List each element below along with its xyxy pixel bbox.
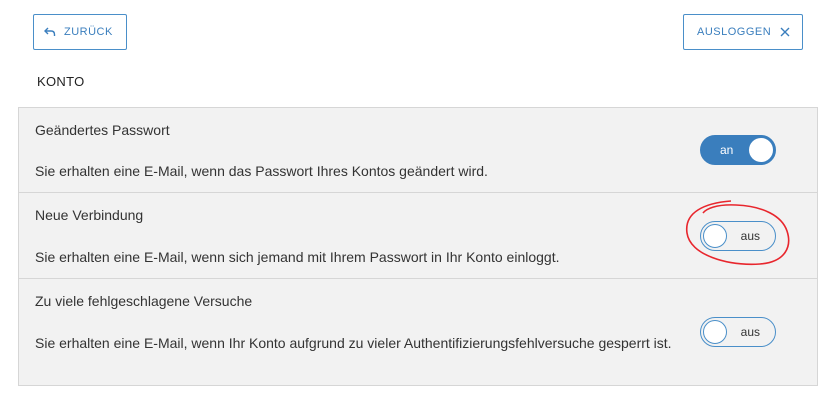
toggle-state-label: aus [740,229,760,243]
section-title: KONTO [37,74,85,89]
toggle-password-changed[interactable]: an [700,135,776,165]
setting-title: Geändertes Passwort [35,122,170,138]
back-button-label: ZURÜCK [64,26,113,38]
undo-arrow-icon [44,27,56,37]
setting-row-password-changed: Geändertes Passwort Sie erhalten eine E-… [19,108,817,193]
setting-title: Neue Verbindung [35,207,144,223]
toggle-failed-attempts[interactable]: aus [700,317,776,347]
setting-row-failed-attempts: Zu viele fehlgeschlagene Versuche Sie er… [19,279,817,385]
logout-button-label: AUSLOGGEN [697,26,772,38]
setting-description: Sie erhalten eine E-Mail, wenn sich jema… [35,249,560,265]
toggle-knob [703,224,727,248]
setting-description: Sie erhalten eine E-Mail, wenn das Passw… [35,163,488,179]
toggle-state-label: an [720,143,734,157]
toggle-new-connection[interactable]: aus [700,221,776,251]
logout-button[interactable]: AUSLOGGEN [683,14,803,50]
back-button[interactable]: ZURÜCK [33,14,127,50]
notification-settings-panel: Geändertes Passwort Sie erhalten eine E-… [18,107,818,386]
toggle-knob [749,138,773,162]
setting-description: Sie erhalten eine E-Mail, wenn Ihr Konto… [35,335,672,351]
toggle-state-label: aus [740,325,760,339]
close-icon [780,27,790,37]
setting-row-new-connection: Neue Verbindung Sie erhalten eine E-Mail… [19,193,817,279]
toggle-knob [703,320,727,344]
setting-title: Zu viele fehlgeschlagene Versuche [35,293,253,309]
